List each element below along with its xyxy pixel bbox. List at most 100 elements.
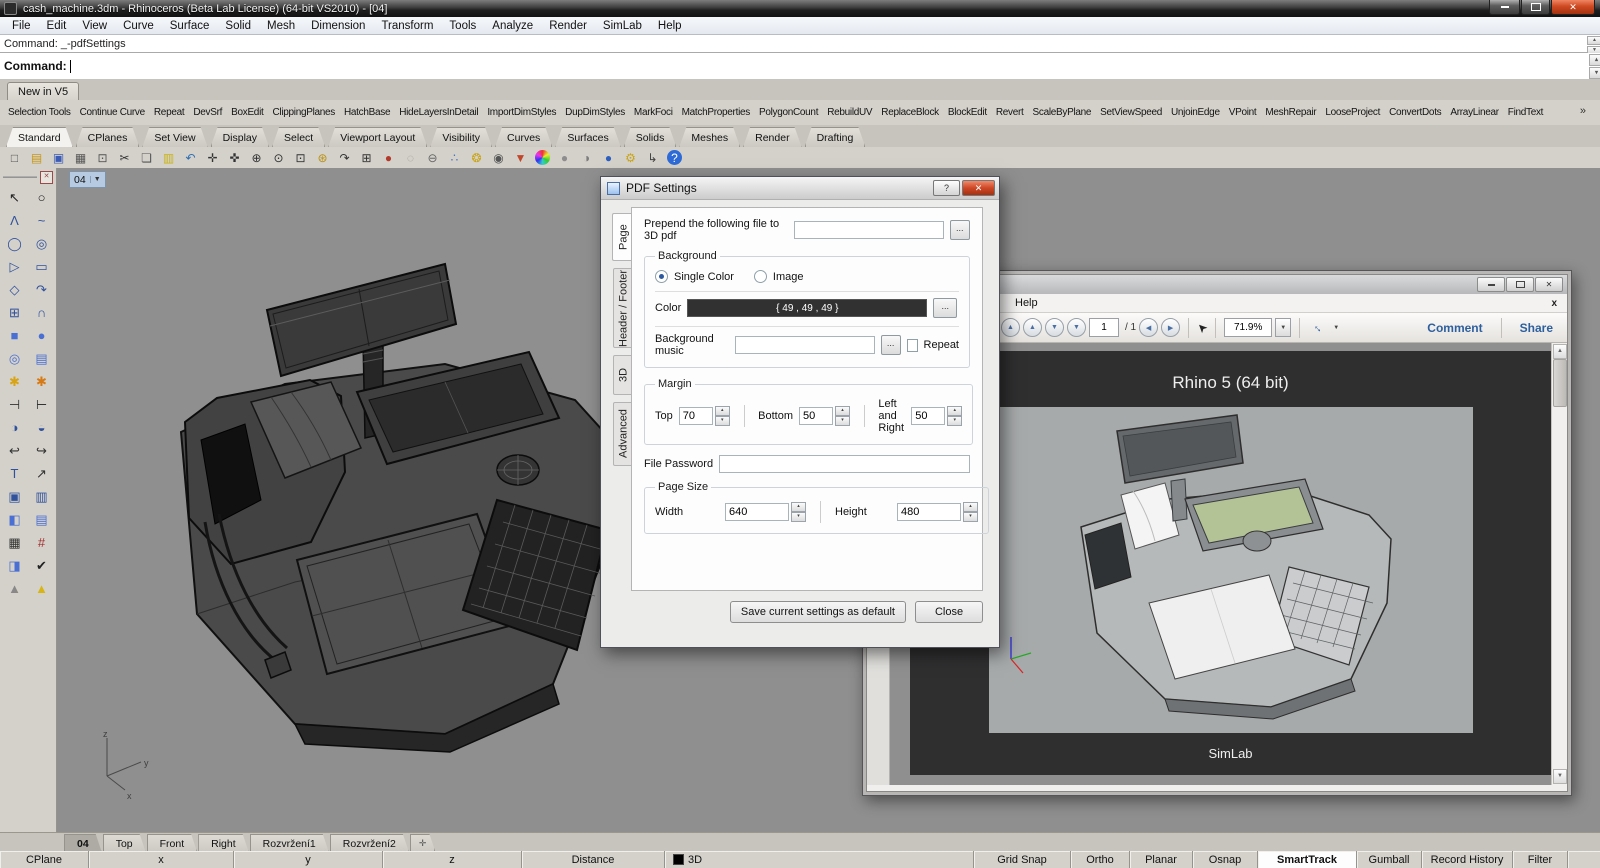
viewport-layout-icon[interactable]: ⊞ (356, 149, 377, 167)
pdf-close-button[interactable]: ✕ (1535, 277, 1563, 292)
status-toggle[interactable]: Record History (1422, 851, 1513, 868)
music-browse-button[interactable]: ... (880, 335, 901, 355)
scroll-down-icon[interactable]: ▼ (1553, 769, 1567, 784)
scroll-up-icon[interactable]: ▲ (1553, 344, 1567, 359)
check-icon[interactable]: ✔ (28, 554, 55, 577)
menu-item[interactable]: Curve (115, 20, 162, 32)
spin-up-icon[interactable]: ▴ (947, 406, 963, 416)
last-page-button[interactable]: ▼ (1067, 318, 1086, 337)
toolbar-tab[interactable]: Select (272, 127, 325, 147)
toolbar-tab[interactable]: Meshes (679, 127, 740, 147)
trim-icon[interactable]: ⊣ (1, 393, 28, 416)
toolbar-tab[interactable]: CPlanes (76, 127, 140, 147)
spin-up-icon[interactable]: ▴ (714, 406, 730, 416)
curve-icon[interactable]: ~ (28, 209, 55, 232)
toolbar-tab[interactable]: Render (743, 127, 801, 147)
status-cell[interactable]: CPlane (0, 851, 89, 868)
viewport-tab[interactable]: Top (103, 834, 146, 852)
menu-item[interactable]: View (74, 20, 115, 32)
command-link[interactable]: PolygonCount (759, 107, 819, 118)
text-icon[interactable]: T (1, 462, 28, 485)
margin-top-input[interactable] (678, 407, 713, 425)
command-link[interactable]: HatchBase (344, 107, 391, 118)
viewport-title-tab[interactable]: 04 ▼ (69, 171, 106, 188)
freeform-curve-icon[interactable]: ↷ (28, 278, 55, 301)
viewport-tab[interactable]: Front (147, 834, 198, 852)
pdf-scrollbar[interactable]: ▲ ▼ (1551, 343, 1567, 785)
section-icon[interactable]: ⊖ (422, 149, 443, 167)
menu-item[interactable]: Transform (373, 20, 441, 32)
page-number-input[interactable] (1089, 318, 1119, 337)
toolbar-tab[interactable]: Viewport Layout (328, 127, 427, 147)
share-button[interactable]: Share (1520, 321, 1553, 335)
sphere-shaded-icon[interactable]: ◑ (576, 149, 597, 167)
command-link[interactable]: Repeat (154, 107, 185, 118)
spin-down-icon[interactable]: ▾ (714, 416, 730, 426)
select-tool-icon[interactable]: ➤ (1194, 319, 1211, 336)
copy-icon[interactable]: ❏ (136, 149, 157, 167)
command-link[interactable]: HideLayersInDetail (399, 107, 478, 118)
scroll-up-icon[interactable]: ▲ (1587, 36, 1600, 45)
menu-item[interactable]: Edit (39, 20, 75, 32)
color-wheel-icon[interactable] (532, 149, 553, 167)
layer-panel[interactable]: 3D (665, 851, 974, 868)
menu-item[interactable]: Solid (217, 20, 259, 32)
command-link[interactable]: ScaleByPlane (1033, 107, 1092, 118)
single-color-radio[interactable] (655, 270, 668, 283)
open-icon[interactable]: ▤ (26, 149, 47, 167)
command-link[interactable]: DevSrf (193, 107, 222, 118)
status-toggle[interactable]: Osnap (1193, 851, 1258, 868)
color-browse-button[interactable]: ... (933, 298, 958, 318)
zoom-dropdown-icon[interactable]: ▼ (1275, 318, 1292, 337)
blend-icon[interactable]: ↪ (28, 439, 55, 462)
spin-up-icon[interactable]: ▴ (791, 502, 806, 512)
command-link[interactable]: ImportDimStyles (487, 107, 556, 118)
command-link[interactable]: ConvertDots (1389, 107, 1442, 118)
command-link[interactable]: DupDimStyles (565, 107, 625, 118)
array-icon[interactable]: ▦ (1, 531, 28, 554)
command-link[interactable]: UnjoinEdge (1171, 107, 1220, 118)
command-link[interactable]: MatchProperties (682, 107, 751, 118)
background-music-input[interactable] (734, 336, 875, 354)
pdf-menu-help[interactable]: Help (1015, 297, 1038, 309)
toolbar-tab[interactable]: Set View (142, 127, 207, 147)
command-prompt[interactable]: Command: ▴ ▾ (0, 53, 1600, 80)
status-toggle[interactable]: Planar (1130, 851, 1193, 868)
spin-up-icon[interactable]: ▴ (963, 502, 978, 512)
pdf-minimize-button[interactable] (1477, 277, 1505, 292)
status-toggle[interactable]: SmartTrack (1258, 851, 1357, 868)
shaded-display-icon[interactable]: ▼ (510, 149, 531, 167)
solid-tools-icon[interactable]: ◧ (1, 508, 28, 531)
viewport-tab[interactable]: Rozvržení1 (250, 834, 329, 852)
explode-icon[interactable]: ✱ (1, 370, 28, 393)
repeat-checkbox[interactable] (906, 338, 918, 352)
command-link[interactable]: Continue Curve (80, 107, 146, 118)
menu-item[interactable]: Mesh (259, 20, 303, 32)
zoom-window-icon[interactable]: ⊡ (290, 149, 311, 167)
toolbar-overflow-chevron[interactable]: » (1580, 105, 1586, 117)
first-page-button[interactable]: ▲ (1001, 318, 1020, 337)
margin-lr-input[interactable] (911, 407, 946, 425)
patch-icon[interactable]: ∩ (28, 301, 55, 324)
zoom-in-icon[interactable]: ⊕ (246, 149, 267, 167)
command-link[interactable]: Revert (996, 107, 1024, 118)
circle-icon[interactable]: ◯ (1, 232, 28, 255)
height-input[interactable] (897, 503, 961, 521)
prompt-spin-up-icon[interactable]: ▴ (1589, 54, 1600, 66)
sidebar-close-icon[interactable]: ✕ (40, 170, 53, 184)
status-cell[interactable]: z (383, 851, 522, 868)
select-arrow-icon[interactable]: ↖ (1, 186, 28, 209)
sidebar-slider[interactable] (3, 176, 37, 178)
planes-icon[interactable]: ▤ (28, 347, 55, 370)
toolbar-tab[interactable]: Visibility (430, 127, 492, 147)
command-link[interactable]: BlockEdit (948, 107, 987, 118)
boolean-diff-icon[interactable]: ◒ (28, 416, 55, 439)
cut-icon[interactable]: ✂ (114, 149, 135, 167)
spin-up-icon[interactable]: ▴ (835, 406, 850, 416)
menu-item[interactable]: Dimension (303, 20, 373, 32)
pdf-maximize-button[interactable] (1506, 277, 1534, 292)
pan-icon[interactable]: ✛ (202, 149, 223, 167)
close-button[interactable]: ✕ (1551, 0, 1595, 15)
dimension-icon[interactable]: ↗ (28, 462, 55, 485)
status-cell[interactable]: x (89, 851, 234, 868)
